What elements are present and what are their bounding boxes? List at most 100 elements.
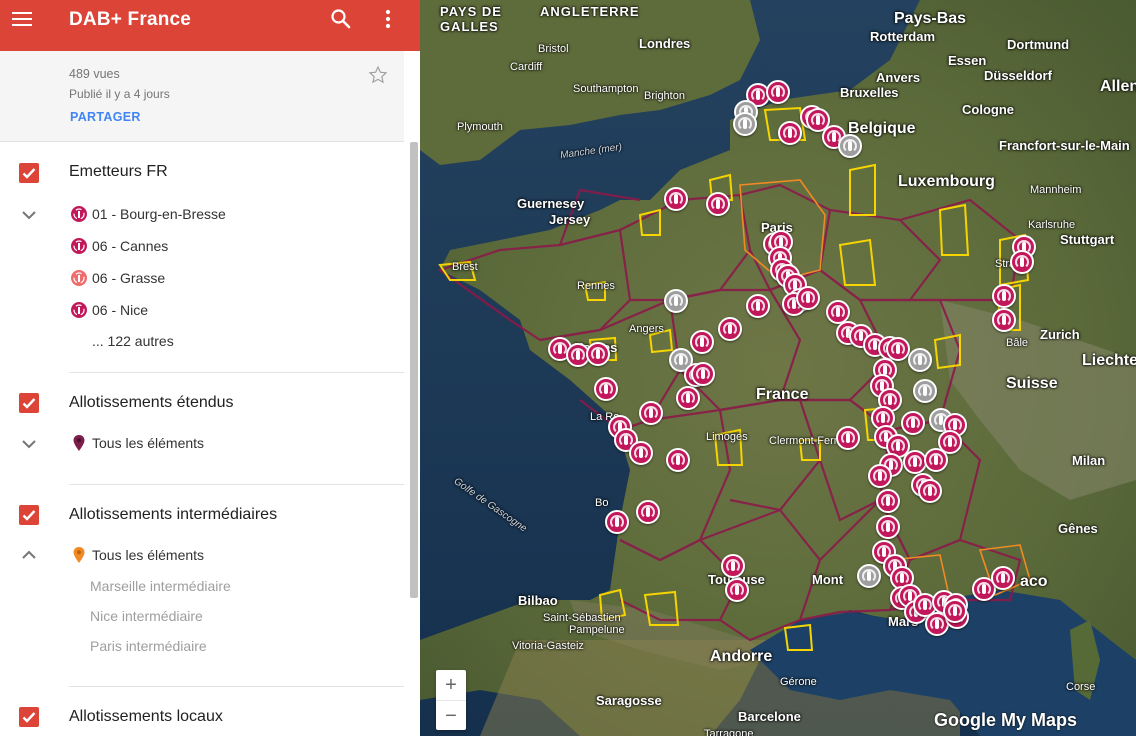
google-my-maps-logo: Google My Maps [934,710,1078,730]
transmitter-marker-inactive[interactable] [908,348,932,372]
map-label-zurich: Zurich [1040,327,1080,342]
transmitter-marker[interactable] [639,401,663,425]
app-header: DAB+ France [0,0,420,51]
map-label-france: France [756,386,809,403]
star-icon[interactable] [368,65,388,85]
sublist-item[interactable]: Nice intermédiaire [90,608,203,624]
transmitter-marker[interactable] [721,554,745,578]
transmitter-icon [70,269,88,287]
transmitter-marker[interactable] [778,121,802,145]
map-label-clermont: Clermont-Ferr [769,435,838,447]
transmitter-marker[interactable] [706,192,730,216]
transmitter-marker[interactable] [636,500,660,524]
transmitter-marker[interactable] [796,286,820,310]
map-label-pays-de-galles: PAYS DE GALLES [440,4,502,34]
layer-checkbox[interactable] [19,393,39,413]
map-label-anvers: Anvers [876,70,921,85]
placemark-orange-icon [72,546,90,564]
transmitter-marker[interactable] [586,342,610,366]
map-label-brest: Brest [452,261,478,273]
share-button[interactable]: PARTAGER [70,110,141,124]
transmitter-marker[interactable] [718,317,742,341]
transmitter-marker-inactive[interactable] [733,112,757,136]
transmitter-marker[interactable] [943,599,967,623]
map-label-cologne: Cologne [962,102,1014,117]
layer-emetteurs: Emetteurs FR 01 - Bourg-en-Bresse 06 - C… [0,142,404,372]
more-items-link[interactable]: ... 122 autres [92,333,174,353]
transmitter-marker[interactable] [876,489,900,513]
transmitter-marker[interactable] [691,362,715,386]
map-label-francfort: Francfort-sur-le-Main [999,138,1130,153]
map-label-luxembourg: Luxembourg [898,173,995,190]
transmitter-marker[interactable] [901,411,925,435]
map-label-karlsruhe: Karlsruhe [1028,219,1076,231]
sublist-item[interactable]: Marseille intermédiaire [90,578,231,594]
menu-icon[interactable] [10,7,34,31]
map-label-dortmund: Dortmund [1007,37,1070,52]
layer-checkbox[interactable] [19,163,39,183]
transmitter-marker[interactable] [992,308,1016,332]
transmitter-marker-inactive[interactable] [857,564,881,588]
layer-title[interactable]: Emetteurs FR [69,163,168,181]
transmitter-marker[interactable] [594,377,618,401]
transmitter-marker[interactable] [666,448,690,472]
transmitter-marker[interactable] [991,566,1015,590]
map-label-cardiff: Cardiff [510,61,543,73]
map-label-liechtenstein: Liechten [1082,352,1136,369]
zoom-out-button[interactable]: − [436,701,466,731]
transmitter-marker[interactable] [992,284,1016,308]
transmitter-marker[interactable] [605,510,629,534]
sublist-item[interactable]: Paris intermédiaire [90,638,207,654]
map-label-rotterdam: Rotterdam [870,29,936,44]
search-icon[interactable] [330,8,352,30]
map-label-pampelune: Pampelune [569,624,625,636]
layer-checkbox[interactable] [19,505,39,525]
layer-allotissements-etendus: Allotissements étendus Tous les éléments [0,373,404,484]
transmitter-marker[interactable] [629,441,653,465]
chevron-down-icon[interactable] [20,437,38,451]
transmitter-marker[interactable] [676,386,700,410]
transmitter-marker-inactive[interactable] [913,379,937,403]
transmitter-marker[interactable] [746,294,770,318]
scrollbar[interactable] [410,142,418,598]
zoom-control: + − [436,670,466,730]
more-vert-icon[interactable] [377,7,399,31]
placemark-purple-icon [72,434,90,452]
satellite-map [420,0,1136,736]
map-label-stuttgart: Stuttgart [1060,232,1115,247]
transmitter-marker[interactable] [766,80,790,104]
layer-title[interactable]: Allotissements locaux [69,708,223,726]
map-label-bordeaux: Bo [595,497,609,509]
transmitter-marker[interactable] [918,479,942,503]
map-label-genes: Gênes [1058,521,1098,536]
transmitter-marker[interactable] [1010,250,1034,274]
layer-title[interactable]: Allotissements intermédiaires [69,506,277,524]
map-label-vitoria: Vitoria-Gasteiz [512,640,584,652]
transmitter-marker[interactable] [836,426,860,450]
transmitter-marker[interactable] [868,464,892,488]
map-label-milan: Milan [1072,453,1106,468]
map-label-montpellier: Mont [812,572,844,587]
map-label-essen: Essen [948,53,987,68]
map-canvas[interactable]: PAYS DE GALLES ANGLETERRE Pays-Bas Rotte… [420,0,1136,736]
chevron-down-icon[interactable] [20,208,38,222]
transmitter-marker[interactable] [664,187,688,211]
zoom-in-button[interactable]: + [436,670,466,700]
transmitter-marker-inactive[interactable] [838,134,862,158]
map-label-bruxelles: Bruxelles [840,85,899,100]
transmitter-marker[interactable] [690,330,714,354]
map-label-tarragone: Tarragone [704,728,754,736]
transmitter-marker[interactable] [886,337,910,361]
transmitter-marker-inactive[interactable] [664,289,688,313]
sidebar: DAB+ France 489 vues Publié il y a 4 jou… [0,0,420,736]
transmitter-marker[interactable] [924,448,948,472]
transmitter-marker[interactable] [876,515,900,539]
layer-title[interactable]: Allotissements étendus [69,394,234,412]
layer-checkbox[interactable] [19,707,39,727]
map-label-plymouth: Plymouth [457,121,503,133]
chevron-up-icon[interactable] [20,548,38,562]
transmitter-marker[interactable] [725,578,749,602]
map-label-bilbao: Bilbao [518,593,558,608]
published-date: Publié il y a 4 jours [69,87,170,101]
map-label-mannheim: Mannheim [1030,184,1082,196]
